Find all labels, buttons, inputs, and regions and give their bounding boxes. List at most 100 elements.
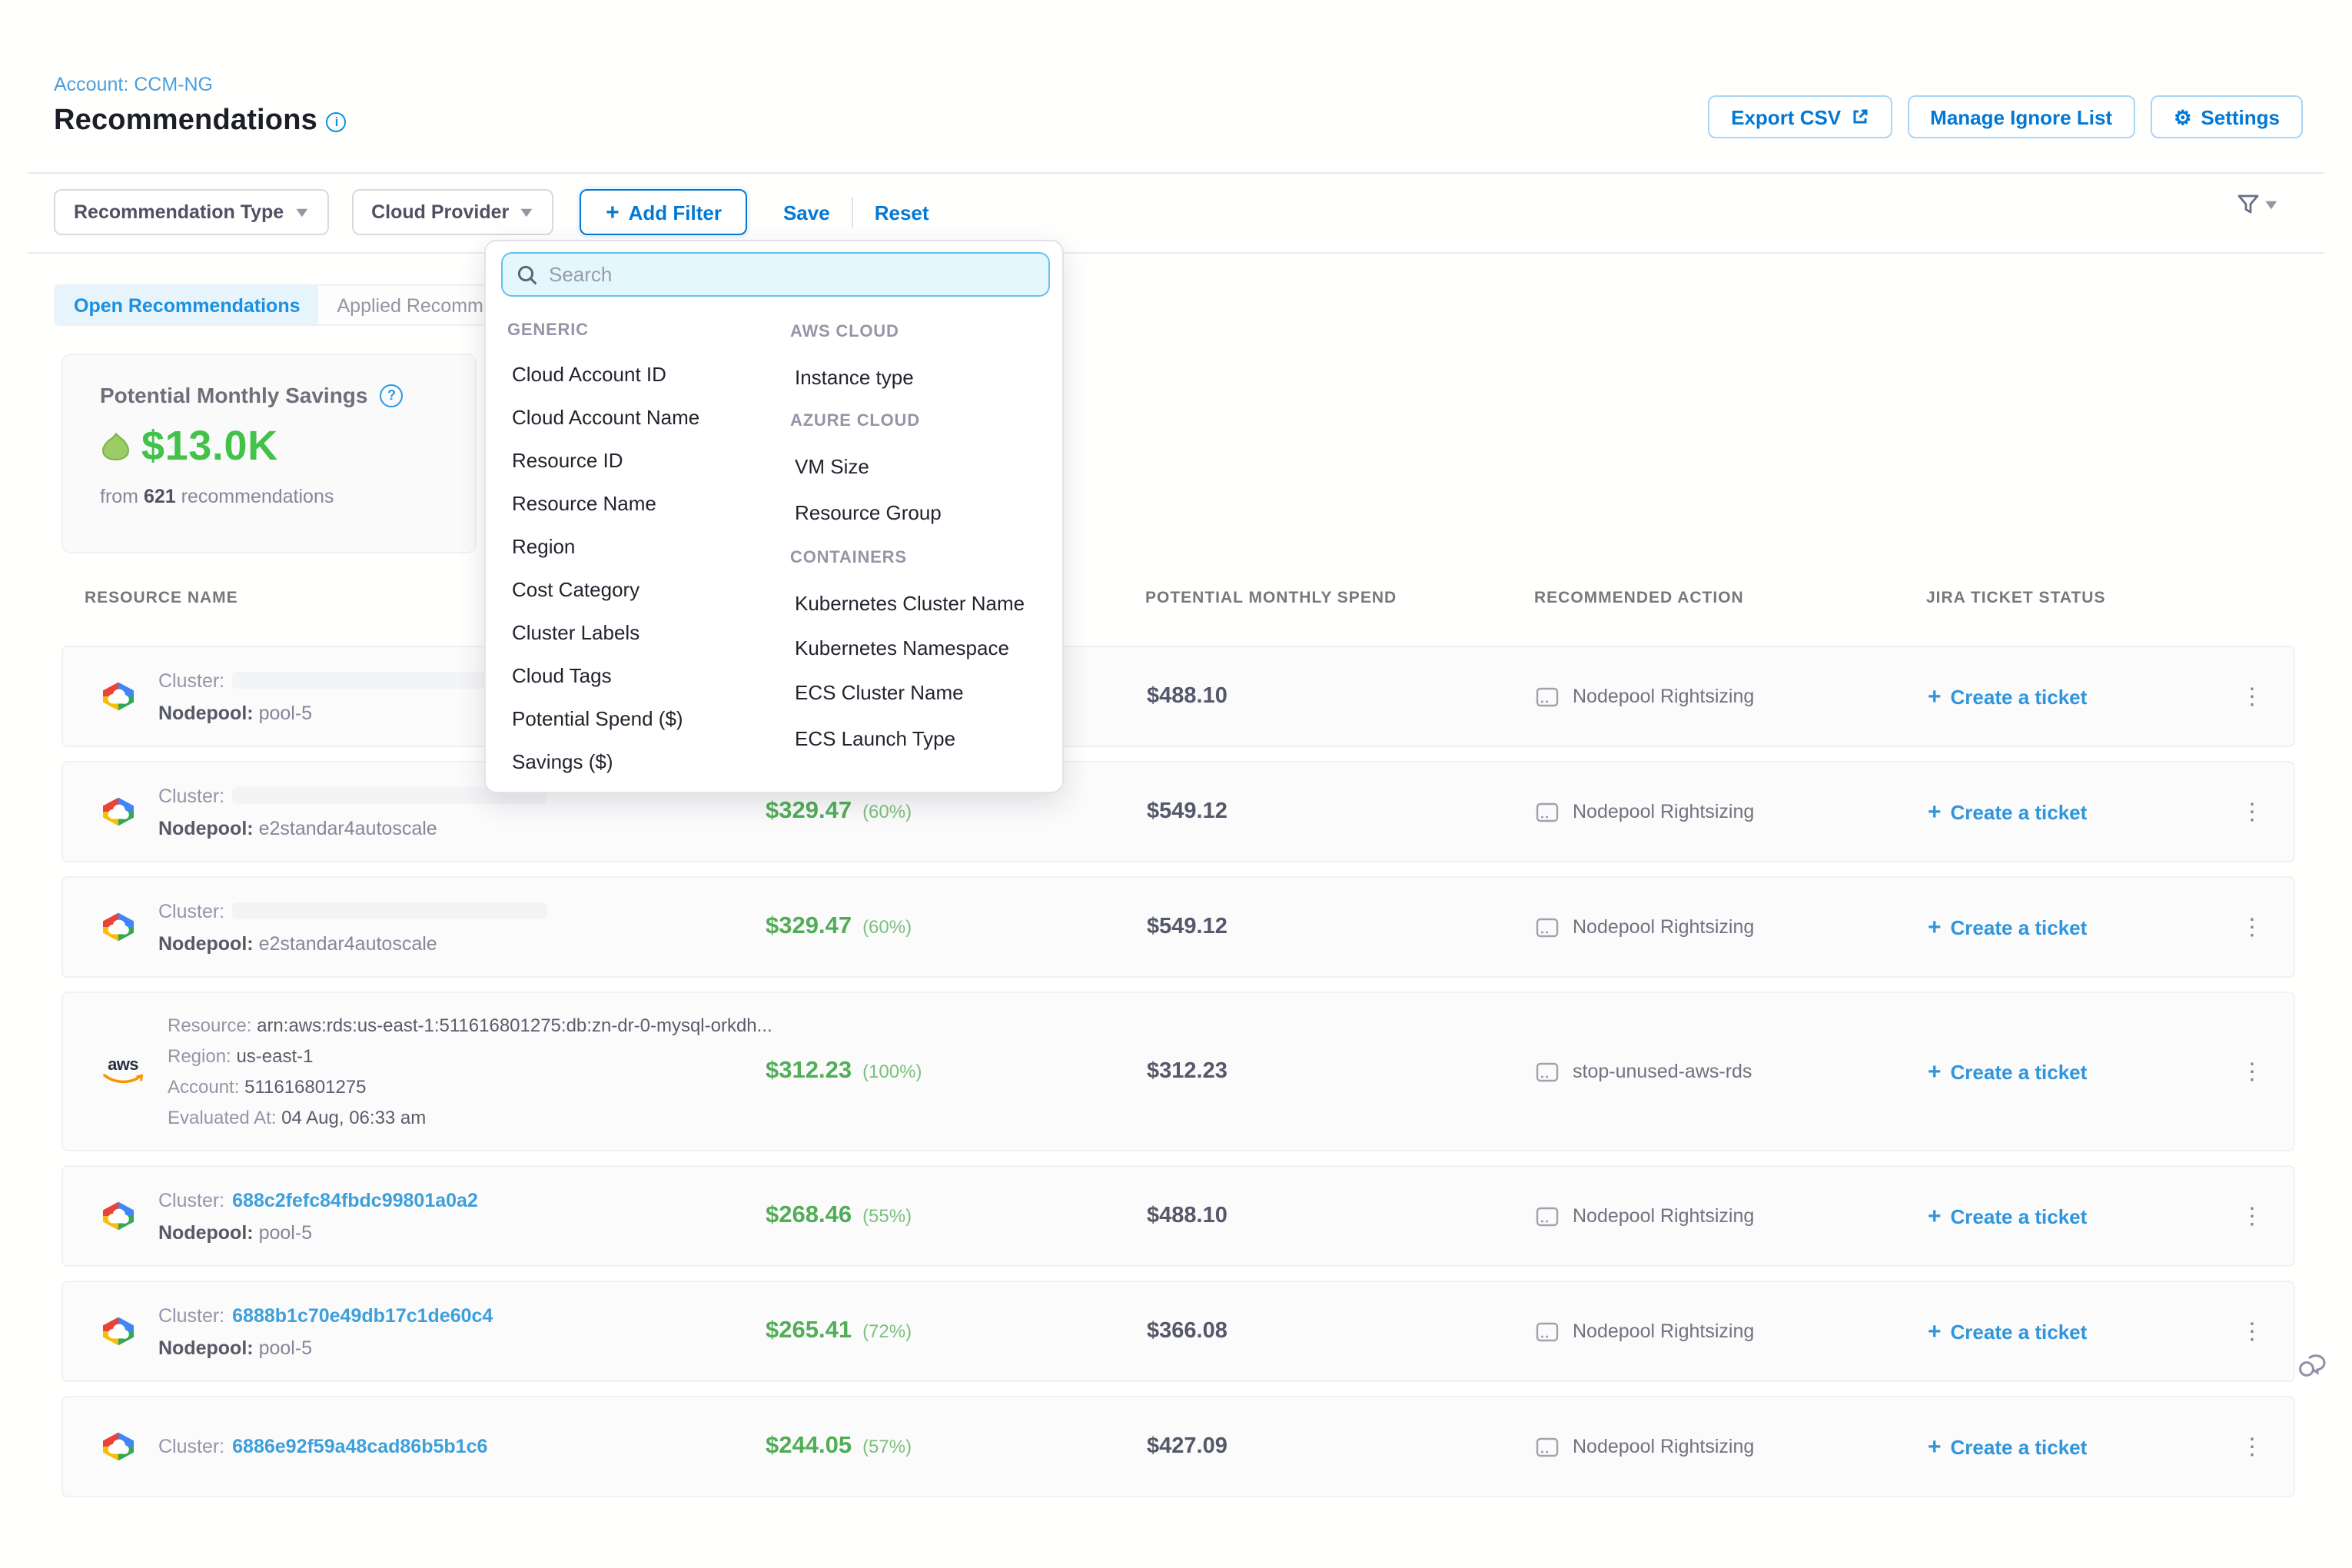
cluster-link[interactable]: 688c2fefc84fbdc99801a0a2 [232, 1189, 478, 1211]
col-resource-name: RESOURCE NAME [85, 589, 238, 607]
plus-icon: + [1928, 914, 1942, 940]
chevron-down-icon: ▼ [292, 204, 311, 220]
savings-percent: (57%) [862, 1436, 912, 1457]
help-icon[interactable]: ? [380, 384, 404, 407]
filter-group-containers: CONTAINERS [790, 548, 907, 566]
external-link-icon [1850, 108, 1869, 126]
export-csv-button[interactable]: Export CSV [1708, 95, 1892, 138]
gcp-icon [100, 796, 137, 827]
recommendations-table: Cluster: Nodepool: pool-5 $488.10 Nodepo… [61, 646, 2295, 1511]
savings-subtitle: from 621 recommendations [100, 486, 475, 507]
create-ticket-link[interactable]: +Create a ticket [1928, 993, 2087, 1150]
table-row[interactable]: Cluster:6888b1c70e49db17c1de60c4 Nodepoo… [61, 1281, 2295, 1382]
row-menu-button[interactable]: ⋮ [2237, 1282, 2267, 1380]
savings-value: $265.41 [766, 1317, 852, 1345]
header-divider [28, 172, 2324, 174]
spend-value: $427.09 [1147, 1397, 1227, 1496]
filter-option[interactable]: VM Size [790, 456, 869, 479]
create-ticket-link[interactable]: +Create a ticket [1928, 1397, 2087, 1496]
table-row[interactable]: Cluster:6886e92f59a48cad86b5b1c6 $244.05… [61, 1396, 2295, 1497]
filter-option[interactable]: Cost Category [507, 577, 639, 600]
row-menu-button[interactable]: ⋮ [2237, 1397, 2267, 1496]
spend-value: $488.10 [1147, 647, 1227, 746]
add-filter-button[interactable]: + Add Filter [580, 189, 748, 235]
create-ticket-link[interactable]: +Create a ticket [1928, 1282, 2087, 1380]
savings-value: $329.47 [766, 798, 852, 826]
col-jira-ticket-status: JIRA TICKET STATUS [1926, 589, 2105, 607]
filter-option[interactable]: Resource Name [507, 491, 656, 514]
savings-card-title: Potential Monthly Savings [100, 383, 368, 407]
plus-icon: + [1928, 683, 1942, 709]
filter-group-aws-cloud: AWS CLOUD [790, 322, 899, 341]
spend-value: $488.10 [1147, 1167, 1227, 1265]
create-ticket-link[interactable]: +Create a ticket [1928, 1167, 2087, 1265]
gcp-icon [100, 1201, 137, 1231]
table-row[interactable]: aws Resource: arn:aws:rds:us-east-1:5116… [61, 992, 2295, 1151]
filter-option[interactable]: Region [507, 534, 575, 557]
settings-button[interactable]: ⚙ Settings [2151, 95, 2303, 138]
section-divider [28, 252, 2324, 254]
filter-option[interactable]: Cloud Account Name [507, 405, 699, 428]
filter-funnel-button[interactable]: ▼ [2237, 194, 2278, 215]
savings-percent: (100%) [862, 1061, 922, 1082]
savings-value: $268.46 [766, 1202, 852, 1230]
account-breadcrumb[interactable]: Account: CCM-NG [54, 74, 213, 95]
table-row[interactable]: Cluster: Nodepool: e2standar4autoscale $… [61, 761, 2295, 862]
tab-open-recommendations[interactable]: Open Recommendations [55, 286, 319, 324]
col-potential-monthly-spend: POTENTIAL MONTHLY SPEND [1145, 589, 1397, 607]
filter-option[interactable]: Cluster Labels [507, 620, 639, 643]
filter-option[interactable]: Resource Group [790, 501, 942, 524]
manage-ignore-list-button[interactable]: Manage Ignore List [1907, 95, 2135, 138]
row-menu-button[interactable]: ⋮ [2237, 993, 2267, 1150]
create-ticket-link[interactable]: +Create a ticket [1928, 762, 2087, 861]
savings-percent: (60%) [862, 801, 912, 822]
filter-option[interactable]: ECS Cluster Name [790, 682, 964, 705]
recommendation-icon [1536, 802, 1559, 822]
filter-option[interactable]: Cloud Tags [507, 663, 612, 686]
dropdown-search[interactable] [501, 252, 1050, 297]
chevron-down-icon: ▼ [2262, 197, 2281, 212]
gcp-icon [100, 912, 137, 942]
add-filter-dropdown: GENERIC Cloud Account ID Cloud Account N… [484, 240, 1064, 793]
recommendation-icon [1536, 1061, 1559, 1081]
filter-option[interactable]: Kubernetes Cluster Name [790, 591, 1025, 614]
filter-group-generic: GENERIC [507, 321, 589, 340]
filter-option[interactable]: Instance type [790, 365, 914, 388]
filter-option[interactable]: Resource ID [507, 448, 623, 471]
gcp-icon [100, 681, 137, 712]
spend-value: $549.12 [1147, 878, 1227, 976]
spend-value: $312.23 [1147, 993, 1227, 1150]
filter-option[interactable]: Kubernetes Namespace [790, 636, 1009, 659]
savings-percent: (72%) [862, 1321, 912, 1342]
page-title: Recommendations [54, 105, 317, 138]
plus-icon: + [1928, 799, 1942, 825]
chat-icon[interactable] [2297, 1353, 2330, 1391]
cluster-link[interactable]: 6888b1c70e49db17c1de60c4 [232, 1304, 493, 1326]
cluster-link[interactable]: 6886e92f59a48cad86b5b1c6 [232, 1436, 487, 1457]
spend-value: $549.12 [1147, 762, 1227, 861]
filter-option[interactable]: Savings ($) [507, 749, 613, 772]
filter-option[interactable]: ECS Launch Type [790, 726, 955, 749]
recommendation-icon [1536, 917, 1559, 937]
filter-option[interactable]: Potential Spend ($) [507, 706, 683, 729]
save-filter-button[interactable]: Save [783, 201, 830, 224]
row-menu-button[interactable]: ⋮ [2237, 762, 2267, 861]
reset-filter-button[interactable]: Reset [875, 201, 929, 224]
row-menu-button[interactable]: ⋮ [2237, 647, 2267, 746]
recommendation-icon [1536, 686, 1559, 706]
recommendations-page: Account: CCM-NG Recommendations i Export… [0, 0, 2352, 1568]
table-row[interactable]: Cluster: Nodepool: pool-5 $488.10 Nodepo… [61, 646, 2295, 747]
search-input[interactable] [549, 263, 1035, 286]
gcp-icon [100, 1316, 137, 1347]
cloud-provider-filter[interactable]: Cloud Provider▼ [351, 189, 553, 235]
table-row[interactable]: Cluster: Nodepool: e2standar4autoscale $… [61, 876, 2295, 978]
gcp-icon [100, 1431, 137, 1462]
create-ticket-link[interactable]: +Create a ticket [1928, 647, 2087, 746]
create-ticket-link[interactable]: +Create a ticket [1928, 878, 2087, 976]
table-row[interactable]: Cluster:688c2fefc84fbdc99801a0a2 Nodepoo… [61, 1165, 2295, 1267]
row-menu-button[interactable]: ⋮ [2237, 878, 2267, 976]
info-icon[interactable]: i [327, 111, 347, 131]
row-menu-button[interactable]: ⋮ [2237, 1167, 2267, 1265]
recommendation-type-filter[interactable]: Recommendation Type▼ [54, 189, 328, 235]
filter-option[interactable]: Cloud Account ID [507, 362, 666, 385]
